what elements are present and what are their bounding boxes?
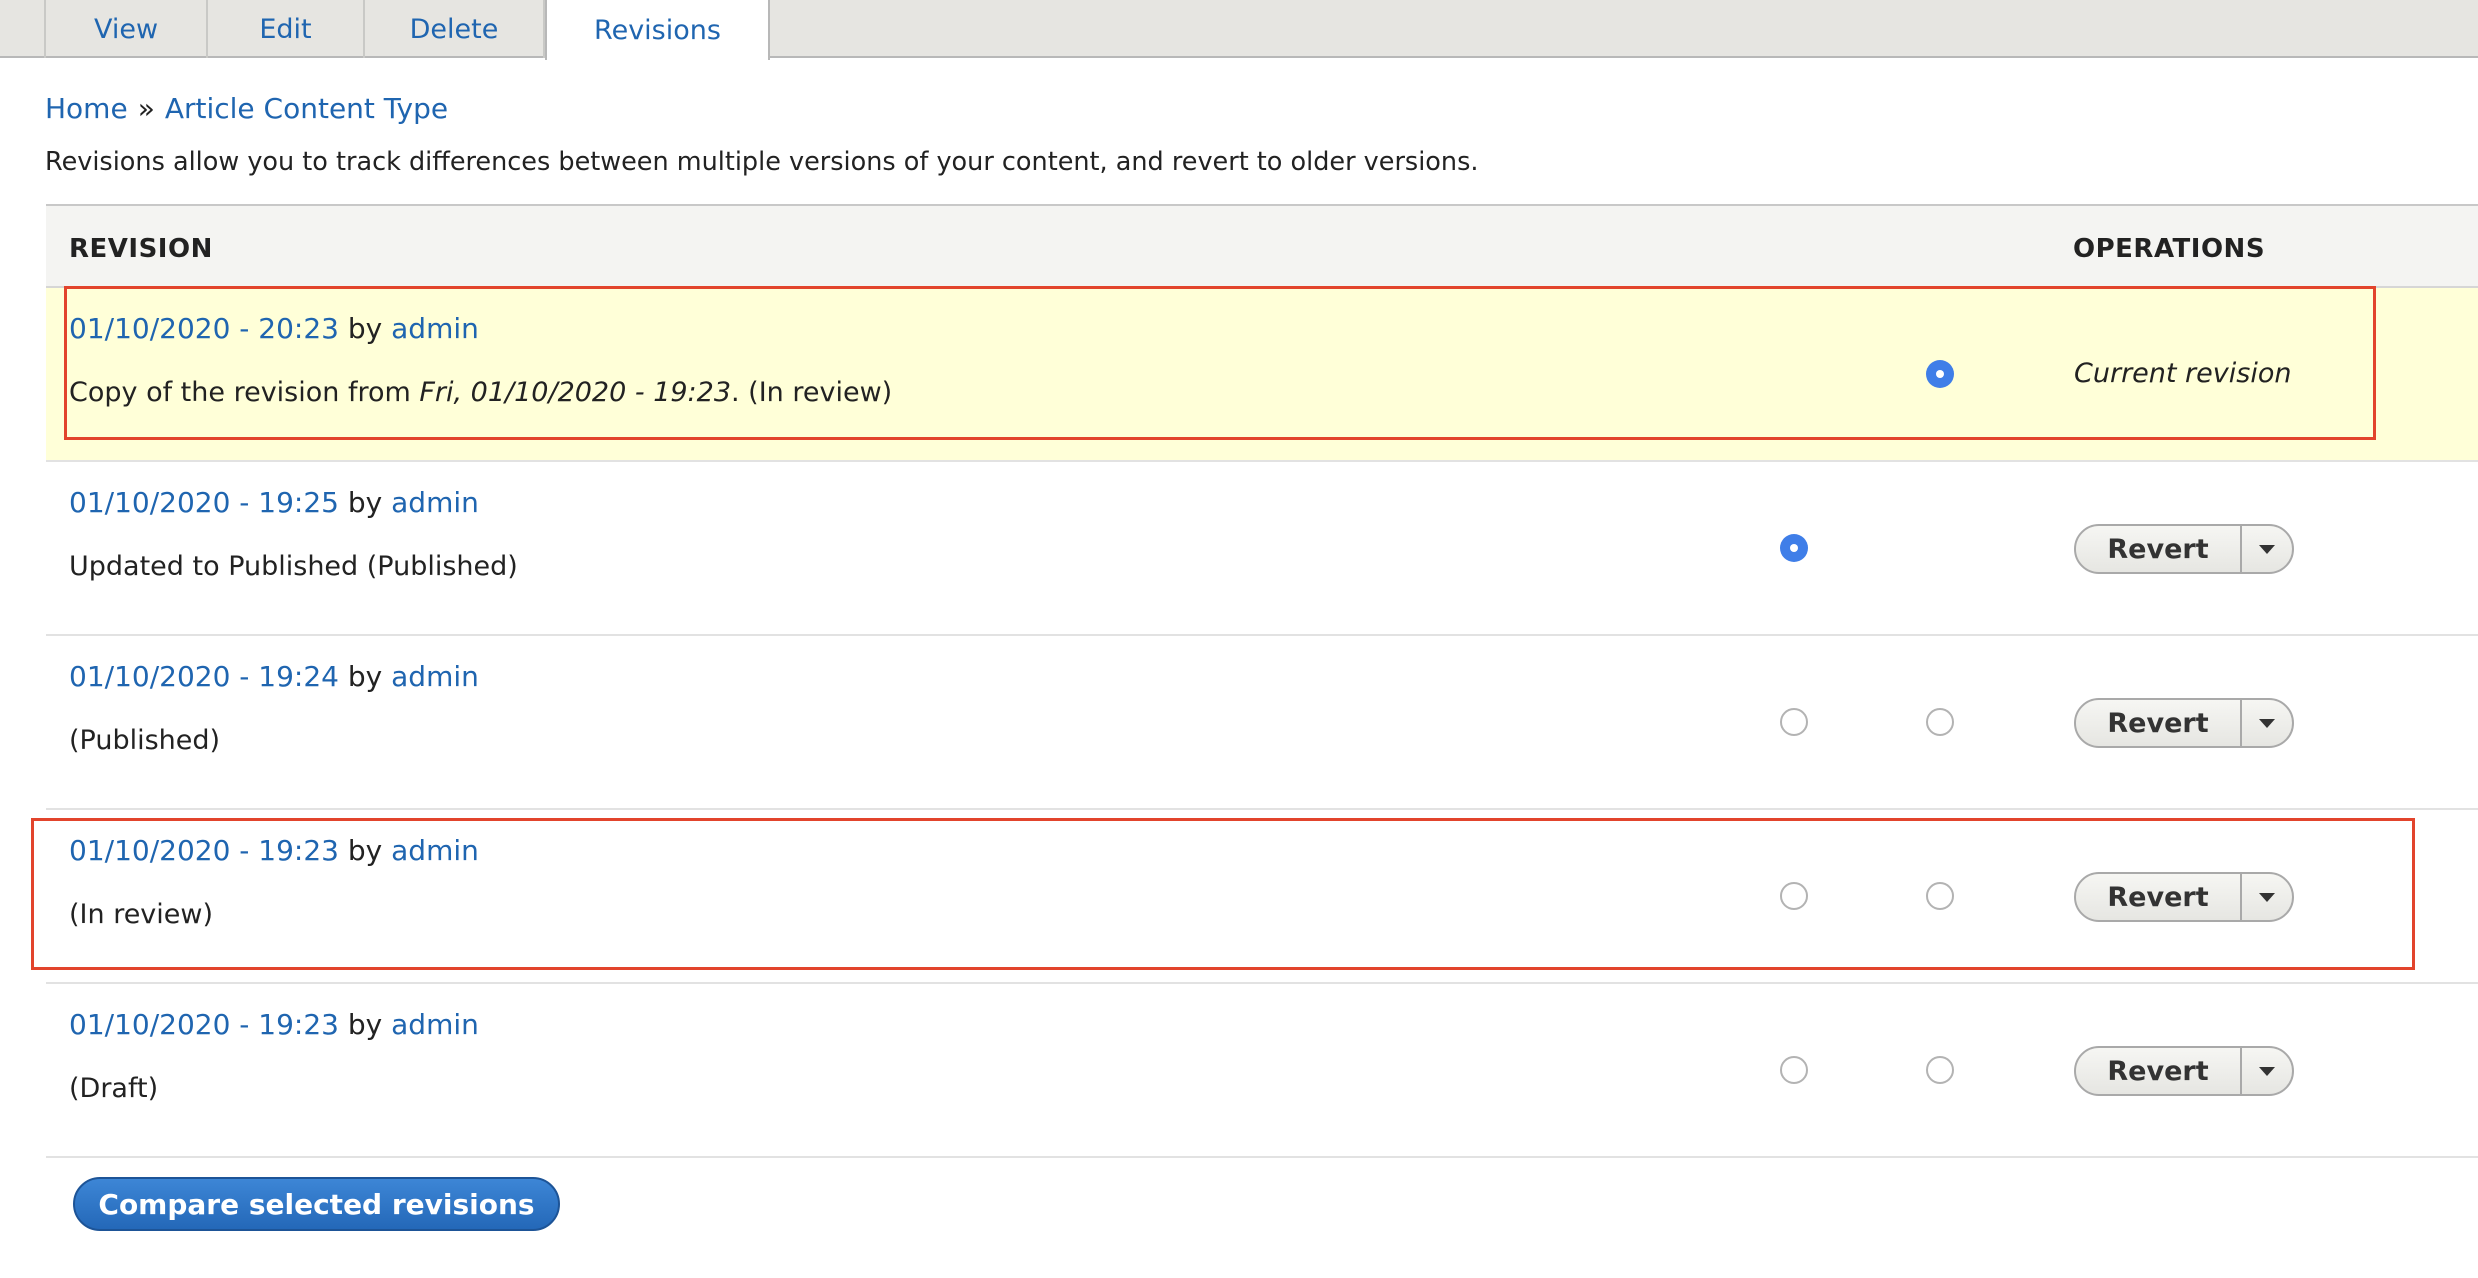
compare-selected-revisions-button[interactable]: Compare selected revisions [73, 1177, 560, 1231]
revert-button[interactable]: Revert [2076, 526, 2242, 572]
revision-date-link[interactable]: 01/10/2020 - 19:25 [69, 486, 339, 519]
revision-meta: 01/10/2020 - 19:23 by admin [69, 1008, 479, 1041]
table-header: REVISION OPERATIONS [46, 204, 2478, 288]
dropbutton-toggle[interactable] [2242, 526, 2292, 572]
revision-log-message: (Draft) [69, 1073, 159, 1104]
tab-revisions[interactable]: Revisions [545, 0, 770, 60]
revision-author-link[interactable]: admin [391, 1008, 479, 1041]
revision-date-link[interactable]: 01/10/2020 - 19:23 [69, 834, 339, 867]
caret-down-icon [2259, 1066, 2275, 1076]
revision-author-link[interactable]: admin [391, 660, 479, 693]
compare-radio-left[interactable] [1780, 534, 1808, 562]
compare-radio-right[interactable] [1926, 882, 1954, 910]
revision-date-link[interactable]: 01/10/2020 - 19:24 [69, 660, 339, 693]
compare-radio-left[interactable] [1780, 708, 1808, 736]
revision-meta: 01/10/2020 - 19:25 by admin [69, 486, 479, 519]
current-revision-label: Current revision [2074, 358, 2292, 389]
revert-button[interactable]: Revert [2076, 700, 2242, 746]
breadcrumb-separator: » [137, 92, 155, 125]
column-header-operations: OPERATIONS [2073, 234, 2266, 264]
revert-dropbutton: Revert [2074, 524, 2294, 574]
compare-radio-right[interactable] [1926, 708, 1954, 736]
revisions-table: REVISION OPERATIONS 01/10/2020 - 20:23 b… [46, 204, 2478, 1158]
revert-button[interactable]: Revert [2076, 874, 2242, 920]
revision-log-message: Copy of the revision from Fri, 01/10/202… [69, 377, 893, 408]
revision-meta: 01/10/2020 - 20:23 by admin [69, 312, 479, 345]
dropbutton-toggle[interactable] [2242, 700, 2292, 746]
breadcrumb-page-link[interactable]: Article Content Type [165, 92, 448, 125]
revert-dropbutton: Revert [2074, 1046, 2294, 1096]
revision-author-link[interactable]: admin [391, 312, 479, 345]
revision-meta: 01/10/2020 - 19:23 by admin [69, 834, 479, 867]
revision-date-link[interactable]: 01/10/2020 - 20:23 [69, 312, 339, 345]
dropbutton-toggle[interactable] [2242, 1048, 2292, 1094]
revision-log-message: (In review) [69, 899, 214, 930]
breadcrumb-home-link[interactable]: Home [45, 92, 128, 125]
caret-down-icon [2259, 544, 2275, 554]
compare-radio-right[interactable] [1926, 1056, 1954, 1084]
tab-edit[interactable]: Edit [208, 0, 365, 58]
compare-radio-left[interactable] [1780, 1056, 1808, 1084]
caret-down-icon [2259, 718, 2275, 728]
table-row: 01/10/2020 - 19:25 by admin Updated to P… [46, 462, 2478, 636]
tab-delete[interactable]: Delete [365, 0, 545, 58]
page-description: Revisions allow you to track differences… [45, 147, 1479, 177]
breadcrumb: Home » Article Content Type [45, 92, 448, 125]
table-row: 01/10/2020 - 19:23 by admin (In review) … [46, 810, 2478, 984]
compare-radio-left[interactable] [1780, 882, 1808, 910]
tab-view[interactable]: View [46, 0, 208, 58]
revert-dropbutton: Revert [2074, 872, 2294, 922]
caret-down-icon [2259, 892, 2275, 902]
revision-date-link[interactable]: 01/10/2020 - 19:23 [69, 1008, 339, 1041]
dropbutton-toggle[interactable] [2242, 874, 2292, 920]
revision-log-message: (Published) [69, 725, 221, 756]
revision-log-message: Updated to Published (Published) [69, 551, 518, 582]
table-row: 01/10/2020 - 19:23 by admin (Draft) Reve… [46, 984, 2478, 1158]
table-row: 01/10/2020 - 19:24 by admin (Published) … [46, 636, 2478, 810]
revision-author-link[interactable]: admin [391, 834, 479, 867]
column-header-revision: REVISION [69, 234, 213, 264]
revision-author-link[interactable]: admin [391, 486, 479, 519]
table-row: 01/10/2020 - 20:23 by admin Copy of the … [46, 288, 2478, 462]
primary-tabs: View Edit Delete Revisions [0, 0, 2478, 60]
revert-dropbutton: Revert [2074, 698, 2294, 748]
compare-radio-right[interactable] [1926, 360, 1954, 388]
revert-button[interactable]: Revert [2076, 1048, 2242, 1094]
revision-meta: 01/10/2020 - 19:24 by admin [69, 660, 479, 693]
